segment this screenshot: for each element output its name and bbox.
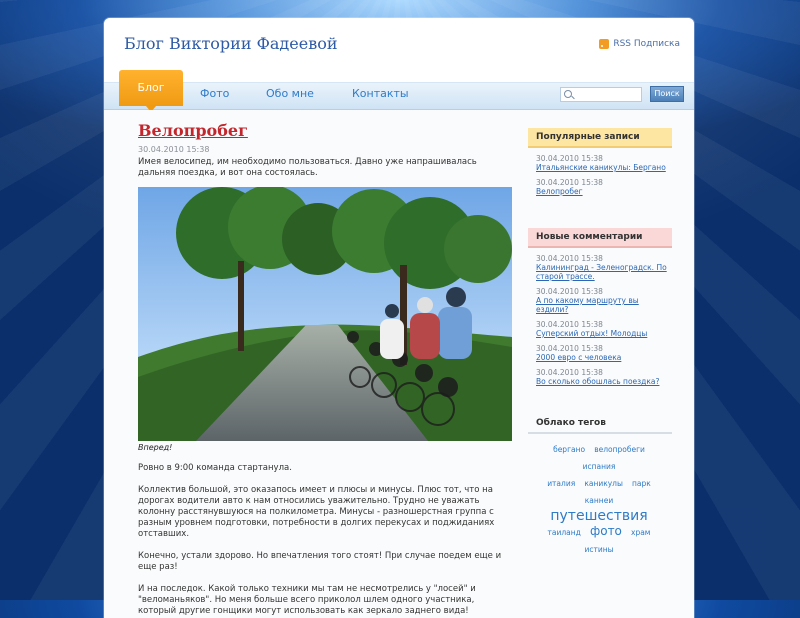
rss-subscribe-link[interactable]: RSS Подписка xyxy=(599,39,680,49)
search-button[interactable]: Поиск xyxy=(650,86,684,102)
comment-link[interactable]: Суперский отдых! Молодцы xyxy=(536,329,672,338)
tab-about[interactable]: Обо мне xyxy=(266,87,314,100)
content-area: Велопробег 30.04.2010 15:38 Имея велосип… xyxy=(104,110,694,618)
search-input[interactable] xyxy=(575,94,639,106)
cycling-photo xyxy=(138,187,512,441)
list-item: 30.04.2010 15:38 2000 евро с человека xyxy=(536,344,672,362)
comment-date: 30.04.2010 15:38 xyxy=(536,287,603,296)
list-item: 30.04.2010 15:38 Велопробег xyxy=(536,178,672,196)
tag-link[interactable]: истины xyxy=(584,543,613,557)
page-container: Блог Виктории Фадеевой RSS Подписка Фото… xyxy=(104,18,694,618)
comment-date: 30.04.2010 15:38 xyxy=(536,344,603,353)
new-comments-title: Новые комментарии xyxy=(528,228,672,248)
post-title[interactable]: Велопробег xyxy=(138,122,512,140)
tag-link[interactable]: каникулы xyxy=(584,477,623,491)
tag-link[interactable]: каннеи xyxy=(585,494,613,508)
tag-link[interactable]: италия xyxy=(547,477,575,491)
post-paragraph: И на последок. Какой только техники мы т… xyxy=(138,584,476,616)
post-image xyxy=(138,187,512,441)
post-caption: Вперед! xyxy=(138,443,173,452)
search-box xyxy=(560,86,642,106)
comment-date: 30.04.2010 15:38 xyxy=(536,368,603,377)
tag-link[interactable]: парк xyxy=(632,477,651,491)
blog-post: Велопробег 30.04.2010 15:38 Имея велосип… xyxy=(138,122,512,617)
comment-link[interactable]: 2000 евро с человека xyxy=(536,353,672,362)
rss-label: RSS Подписка xyxy=(613,39,680,49)
search-bar: Поиск xyxy=(560,86,684,106)
tab-photo[interactable]: Фото xyxy=(200,87,229,100)
comment-link[interactable]: Во сколько обошлась поездка? xyxy=(536,377,672,386)
comment-date: 30.04.2010 15:38 xyxy=(536,254,603,263)
post-intro: Имея велосипед, им необходимо пользовать… xyxy=(138,157,477,178)
tag-link[interactable]: испания xyxy=(583,460,616,474)
comment-date: 30.04.2010 15:38 xyxy=(536,320,603,329)
tab-contacts[interactable]: Контакты xyxy=(352,87,409,100)
popular-date: 30.04.2010 15:38 xyxy=(536,178,603,187)
comment-link[interactable]: А по какому маршруту вы ездили? xyxy=(536,296,672,314)
header: Блог Виктории Фадеевой RSS Подписка xyxy=(104,18,694,78)
list-item: 30.04.2010 15:38 А по какому маршруту вы… xyxy=(536,287,672,314)
tag-link[interactable]: велопробеги xyxy=(594,443,645,457)
tag-link[interactable]: таиланд xyxy=(548,526,581,540)
list-item: 30.04.2010 15:38 Итальянские каникулы: Б… xyxy=(536,154,672,172)
popular-posts-list: 30.04.2010 15:38 Итальянские каникулы: Б… xyxy=(528,148,672,196)
comment-link[interactable]: Калининград - Зеленоградск. По старой тр… xyxy=(536,263,672,281)
sidebar: Популярные записи 30.04.2010 15:38 Италь… xyxy=(528,128,672,557)
post-date: 30.04.2010 15:38 xyxy=(138,145,210,154)
tab-blog[interactable]: Блог xyxy=(119,70,183,112)
popular-link[interactable]: Итальянские каникулы: Бергано xyxy=(536,163,672,172)
tag-link[interactable]: храм xyxy=(631,526,650,540)
popular-link[interactable]: Велопробег xyxy=(536,187,672,196)
post-paragraph: Конечно, устали здорово. Но впечатления … xyxy=(138,551,502,572)
list-item: 30.04.2010 15:38 Суперский отдых! Молодц… xyxy=(536,320,672,338)
post-paragraph: Ровно в 9:00 команда стартанула. xyxy=(138,463,292,473)
tag-link[interactable]: бергано xyxy=(553,443,585,457)
list-item: 30.04.2010 15:38 Калининград - Зеленогра… xyxy=(536,254,672,281)
rss-icon xyxy=(599,39,610,49)
popular-date: 30.04.2010 15:38 xyxy=(536,154,603,163)
site-title[interactable]: Блог Виктории Фадеевой xyxy=(124,34,338,53)
tag-cloud-title: Облако тегов xyxy=(528,414,672,434)
search-icon xyxy=(564,89,572,98)
popular-posts-title: Популярные записи xyxy=(528,128,672,148)
list-item: 30.04.2010 15:38 Во сколько обошлась пое… xyxy=(536,368,672,386)
tag-link[interactable]: путешествия xyxy=(550,509,647,523)
tag-cloud: бергано велопробеги испания италия каник… xyxy=(528,434,672,557)
post-paragraph: Коллектив большой, это оказапось имеет и… xyxy=(138,485,495,539)
new-comments-list: 30.04.2010 15:38 Калининград - Зеленогра… xyxy=(528,248,672,386)
tag-link[interactable]: фото xyxy=(590,524,622,538)
